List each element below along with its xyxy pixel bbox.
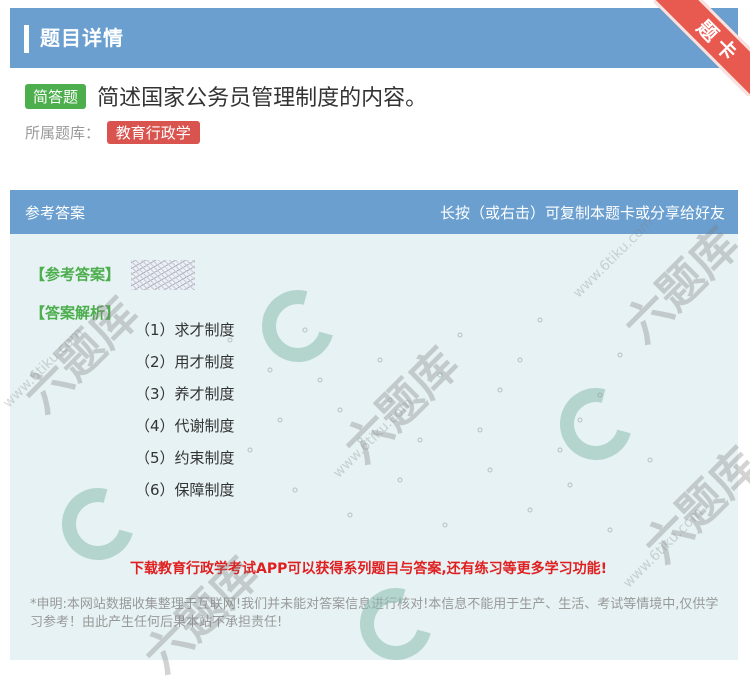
question-text: 简述国家公务员管理制度的内容。 xyxy=(97,86,428,111)
page-header: 题目详情 xyxy=(10,8,738,68)
question-bank-row: 所属题库： 教育行政学 xyxy=(25,121,200,144)
answer-analysis-label: 【答案解析】 xyxy=(30,304,121,322)
disclaimer-text: *申明:本网站数据收集整理于互联网!我们并未能对答案信息进行核对!本信息不能用于… xyxy=(30,597,719,630)
answer-point: （3）养才制度 xyxy=(135,385,235,403)
header-accent-bar xyxy=(24,25,29,53)
answer-header: 参考答案 长按（或右击）可复制本题卡或分享给好友 xyxy=(10,190,738,234)
answer-image xyxy=(131,260,196,290)
page-title: 题目详情 xyxy=(40,26,124,50)
answer-header-title: 参考答案 xyxy=(25,204,86,222)
question-block: 简答题 简述国家公务员管理制度的内容。 xyxy=(25,80,730,112)
reference-answer-row: 【参考答案】 xyxy=(30,260,196,290)
answer-point: （1）求才制度 xyxy=(135,321,235,339)
answer-points: （1）求才制度 （2）用才制度 （3）养才制度 （4）代谢制度 （5）约束制度 … xyxy=(135,318,235,510)
answer-point: （2）用才制度 xyxy=(135,353,235,371)
answer-panel: 参考答案 长按（或右击）可复制本题卡或分享给好友 【参考答案】 【答案解析】 （… xyxy=(10,190,738,660)
app-download-promo[interactable]: 下载教育行政学考试APP可以获得系列题目与答案,还有练习等更多学习功能! xyxy=(130,558,607,578)
answer-point: （5）约束制度 xyxy=(135,449,235,467)
answer-point: （4）代谢制度 xyxy=(135,417,235,435)
answer-point: （6）保障制度 xyxy=(135,481,235,499)
question-type-badge: 简答题 xyxy=(25,83,87,109)
copy-share-hint: 长按（或右击）可复制本题卡或分享给好友 xyxy=(439,204,725,222)
bank-label: 所属题库： xyxy=(25,124,101,142)
bank-badge[interactable]: 教育行政学 xyxy=(106,121,200,144)
reference-answer-label: 【参考答案】 xyxy=(30,265,121,284)
